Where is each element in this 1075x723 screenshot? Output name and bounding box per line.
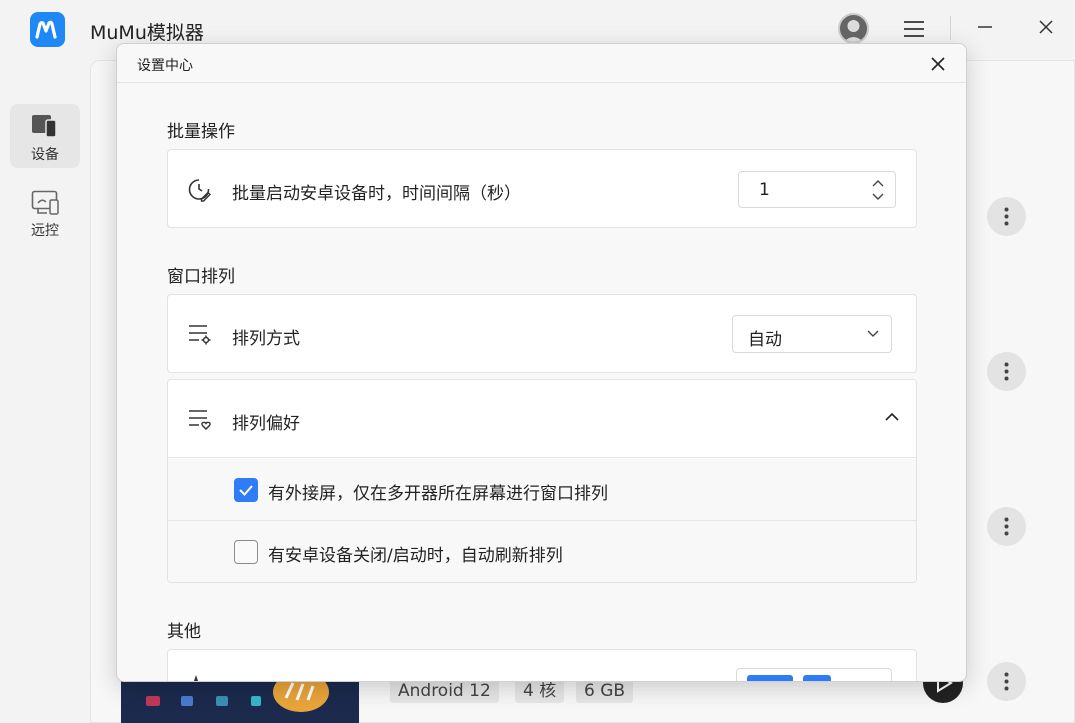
device-tag-memory: 6 GB [576, 679, 634, 703]
section-title-other: 其他 [167, 622, 201, 642]
sidebar-item-remote[interactable]: 远控 [10, 180, 80, 244]
arrange-pref-label: 排列偏好 [232, 414, 300, 434]
arrange-mode-value: 自动 [748, 330, 782, 350]
list-heart-icon [189, 410, 211, 430]
device-tag-cores: 4 核 [515, 679, 565, 703]
arrange-pref-card: 排列偏好 有外接屏，仅在多开器所在屏幕进行窗口排列 有安卓设备关闭/启动时，自动… [167, 379, 917, 583]
chevron-up-icon[interactable] [885, 412, 899, 421]
device-more-button[interactable] [987, 197, 1026, 236]
close-icon [931, 57, 945, 71]
device-tag-os: Android 12 [390, 679, 499, 703]
user-avatar[interactable] [838, 13, 869, 44]
auto-refresh-checkbox[interactable] [234, 540, 258, 564]
arrange-mode-label: 排列方式 [232, 329, 300, 349]
sidebar-item-devices[interactable]: 设备 [10, 104, 80, 168]
external-screen-label: 有外接屏，仅在多开器所在屏幕进行窗口排列 [268, 484, 608, 504]
device-more-button[interactable] [987, 352, 1026, 391]
arrange-pref-header[interactable]: 排列偏好 [168, 380, 916, 458]
device-thumbnail[interactable] [121, 678, 359, 723]
batch-interval-stepper[interactable]: 1 [738, 171, 896, 208]
external-screen-checkbox[interactable] [234, 478, 258, 502]
other-settings-card [167, 649, 917, 681]
remote-control-icon [31, 190, 59, 215]
dialog-close-button[interactable] [929, 55, 947, 73]
list-settings-icon [189, 325, 211, 345]
arrange-option-row[interactable]: 有外接屏，仅在多开器所在屏幕进行窗口排列 [168, 459, 916, 521]
batch-interval-card: 批量启动安卓设备时，时间间隔（秒） 1 [167, 149, 917, 228]
batch-interval-label: 批量启动安卓设备时，时间间隔（秒） [232, 184, 521, 204]
arrange-mode-select[interactable]: 自动 [732, 315, 892, 353]
device-more-button[interactable] [987, 507, 1026, 546]
device-icon [32, 115, 57, 138]
settings-dialog: 设置中心 批量操作 批量启动安卓设备时，时间间隔（秒） 1 窗口排列 排列方式 … [116, 43, 967, 682]
chevron-down-icon [867, 330, 879, 337]
batch-interval-value: 1 [759, 180, 770, 200]
more-vertical-icon [1004, 517, 1009, 536]
clock-icon [188, 179, 211, 202]
sidebar-item-label: 远控 [31, 223, 59, 239]
checkmark-icon [239, 485, 253, 496]
auto-refresh-label: 有安卓设备关闭/启动时，自动刷新排列 [268, 546, 563, 566]
mumu-logo-icon [30, 12, 65, 47]
more-vertical-icon [1004, 207, 1009, 226]
dialog-title: 设置中心 [137, 58, 193, 74]
section-title-window: 窗口排列 [167, 267, 235, 287]
section-title-batch: 批量操作 [167, 122, 235, 142]
minimize-button[interactable] [974, 16, 996, 38]
app-title: MuMu模拟器 [90, 22, 204, 44]
device-more-button[interactable] [987, 662, 1026, 701]
stepper-arrows-icon[interactable] [871, 178, 885, 202]
dialog-header: 设置中心 [117, 44, 966, 83]
sidebar-item-label: 设备 [31, 147, 59, 163]
segment-option[interactable] [747, 675, 793, 681]
segment-option[interactable] [803, 675, 831, 681]
segmented-control[interactable] [736, 668, 892, 681]
arrange-option-row[interactable]: 有安卓设备关闭/启动时，自动刷新排列 [168, 521, 916, 582]
window-close-button[interactable] [1035, 16, 1057, 38]
title-divider [950, 16, 951, 40]
more-vertical-icon [1004, 672, 1009, 691]
star-icon [194, 675, 198, 681]
menu-icon[interactable] [903, 18, 925, 40]
more-vertical-icon [1004, 362, 1009, 381]
arrange-mode-card: 排列方式 自动 [167, 294, 917, 373]
